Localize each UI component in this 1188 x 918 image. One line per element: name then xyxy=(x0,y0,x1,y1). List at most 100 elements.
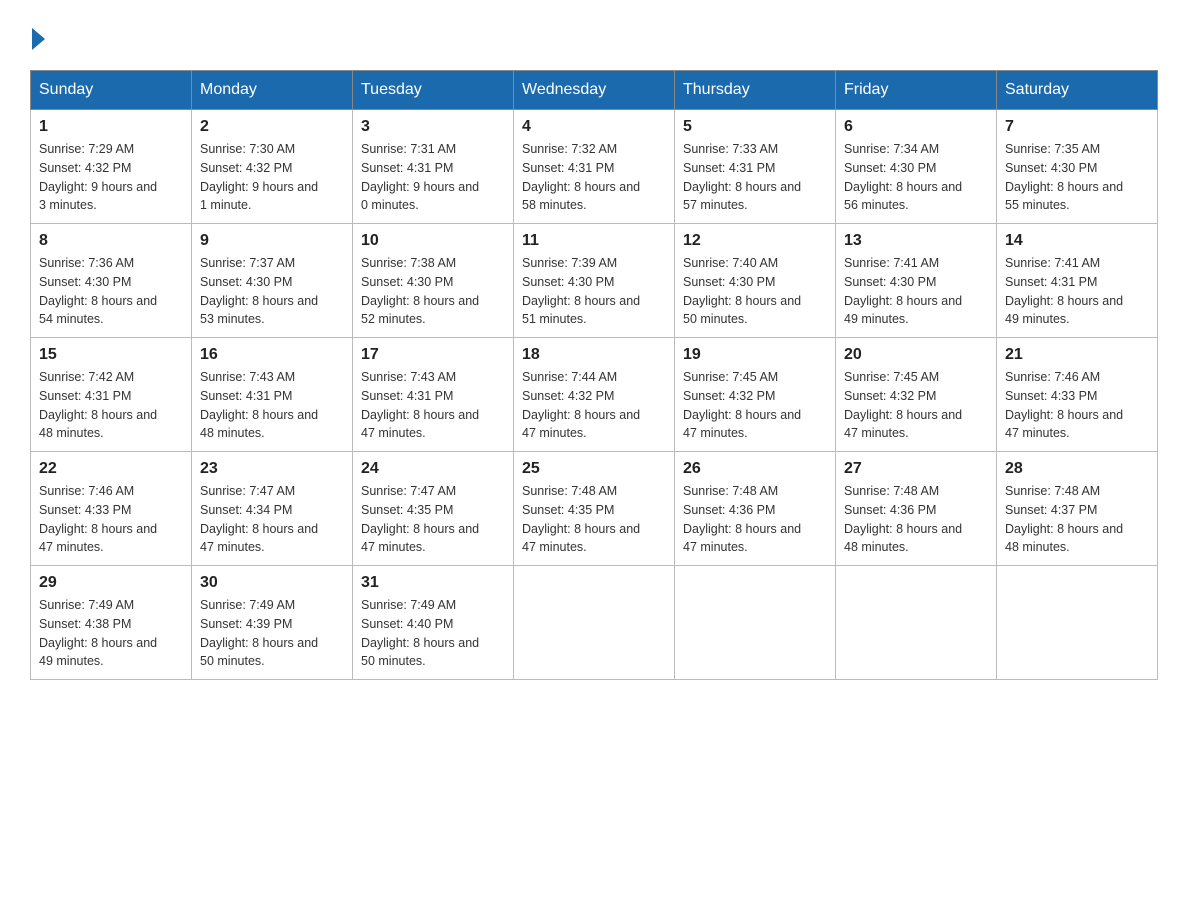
day-cell-27: 27 Sunrise: 7:48 AM Sunset: 4:36 PM Dayl… xyxy=(836,452,997,566)
day-info: Sunrise: 7:39 AM Sunset: 4:30 PM Dayligh… xyxy=(522,254,666,329)
day-info: Sunrise: 7:38 AM Sunset: 4:30 PM Dayligh… xyxy=(361,254,505,329)
day-number: 16 xyxy=(200,346,344,364)
weekday-header-friday: Friday xyxy=(836,71,997,110)
day-number: 31 xyxy=(361,574,505,592)
day-cell-24: 24 Sunrise: 7:47 AM Sunset: 4:35 PM Dayl… xyxy=(353,452,514,566)
day-cell-29: 29 Sunrise: 7:49 AM Sunset: 4:38 PM Dayl… xyxy=(31,566,192,680)
day-number: 1 xyxy=(39,118,183,136)
empty-cell-w5d6 xyxy=(997,566,1158,680)
day-info: Sunrise: 7:44 AM Sunset: 4:32 PM Dayligh… xyxy=(522,368,666,443)
day-number: 12 xyxy=(683,232,827,250)
day-info: Sunrise: 7:37 AM Sunset: 4:30 PM Dayligh… xyxy=(200,254,344,329)
day-number: 10 xyxy=(361,232,505,250)
weekday-header-row: SundayMondayTuesdayWednesdayThursdayFrid… xyxy=(31,71,1158,110)
day-number: 13 xyxy=(844,232,988,250)
week-row-4: 22 Sunrise: 7:46 AM Sunset: 4:33 PM Dayl… xyxy=(31,452,1158,566)
day-number: 15 xyxy=(39,346,183,364)
day-cell-23: 23 Sunrise: 7:47 AM Sunset: 4:34 PM Dayl… xyxy=(192,452,353,566)
day-cell-13: 13 Sunrise: 7:41 AM Sunset: 4:30 PM Dayl… xyxy=(836,224,997,338)
day-info: Sunrise: 7:35 AM Sunset: 4:30 PM Dayligh… xyxy=(1005,140,1149,215)
day-info: Sunrise: 7:41 AM Sunset: 4:31 PM Dayligh… xyxy=(1005,254,1149,329)
day-cell-21: 21 Sunrise: 7:46 AM Sunset: 4:33 PM Dayl… xyxy=(997,338,1158,452)
day-cell-20: 20 Sunrise: 7:45 AM Sunset: 4:32 PM Dayl… xyxy=(836,338,997,452)
empty-cell-w5d4 xyxy=(675,566,836,680)
day-number: 8 xyxy=(39,232,183,250)
day-number: 25 xyxy=(522,460,666,478)
day-number: 11 xyxy=(522,232,666,250)
day-number: 3 xyxy=(361,118,505,136)
day-number: 14 xyxy=(1005,232,1149,250)
day-number: 26 xyxy=(683,460,827,478)
day-info: Sunrise: 7:49 AM Sunset: 4:39 PM Dayligh… xyxy=(200,596,344,671)
day-number: 7 xyxy=(1005,118,1149,136)
day-number: 2 xyxy=(200,118,344,136)
day-cell-15: 15 Sunrise: 7:42 AM Sunset: 4:31 PM Dayl… xyxy=(31,338,192,452)
day-number: 21 xyxy=(1005,346,1149,364)
day-info: Sunrise: 7:49 AM Sunset: 4:38 PM Dayligh… xyxy=(39,596,183,671)
day-info: Sunrise: 7:43 AM Sunset: 4:31 PM Dayligh… xyxy=(200,368,344,443)
day-info: Sunrise: 7:31 AM Sunset: 4:31 PM Dayligh… xyxy=(361,140,505,215)
day-info: Sunrise: 7:36 AM Sunset: 4:30 PM Dayligh… xyxy=(39,254,183,329)
day-cell-9: 9 Sunrise: 7:37 AM Sunset: 4:30 PM Dayli… xyxy=(192,224,353,338)
day-number: 28 xyxy=(1005,460,1149,478)
day-cell-26: 26 Sunrise: 7:48 AM Sunset: 4:36 PM Dayl… xyxy=(675,452,836,566)
day-number: 6 xyxy=(844,118,988,136)
empty-cell-w5d5 xyxy=(836,566,997,680)
weekday-header-saturday: Saturday xyxy=(997,71,1158,110)
day-info: Sunrise: 7:45 AM Sunset: 4:32 PM Dayligh… xyxy=(844,368,988,443)
day-cell-5: 5 Sunrise: 7:33 AM Sunset: 4:31 PM Dayli… xyxy=(675,110,836,224)
day-cell-16: 16 Sunrise: 7:43 AM Sunset: 4:31 PM Dayl… xyxy=(192,338,353,452)
day-info: Sunrise: 7:47 AM Sunset: 4:35 PM Dayligh… xyxy=(361,482,505,557)
day-cell-17: 17 Sunrise: 7:43 AM Sunset: 4:31 PM Dayl… xyxy=(353,338,514,452)
day-cell-18: 18 Sunrise: 7:44 AM Sunset: 4:32 PM Dayl… xyxy=(514,338,675,452)
day-cell-25: 25 Sunrise: 7:48 AM Sunset: 4:35 PM Dayl… xyxy=(514,452,675,566)
day-info: Sunrise: 7:46 AM Sunset: 4:33 PM Dayligh… xyxy=(39,482,183,557)
day-info: Sunrise: 7:48 AM Sunset: 4:37 PM Dayligh… xyxy=(1005,482,1149,557)
day-info: Sunrise: 7:29 AM Sunset: 4:32 PM Dayligh… xyxy=(39,140,183,215)
day-info: Sunrise: 7:40 AM Sunset: 4:30 PM Dayligh… xyxy=(683,254,827,329)
day-info: Sunrise: 7:42 AM Sunset: 4:31 PM Dayligh… xyxy=(39,368,183,443)
day-number: 20 xyxy=(844,346,988,364)
day-info: Sunrise: 7:49 AM Sunset: 4:40 PM Dayligh… xyxy=(361,596,505,671)
day-info: Sunrise: 7:34 AM Sunset: 4:30 PM Dayligh… xyxy=(844,140,988,215)
day-info: Sunrise: 7:46 AM Sunset: 4:33 PM Dayligh… xyxy=(1005,368,1149,443)
day-cell-8: 8 Sunrise: 7:36 AM Sunset: 4:30 PM Dayli… xyxy=(31,224,192,338)
day-info: Sunrise: 7:47 AM Sunset: 4:34 PM Dayligh… xyxy=(200,482,344,557)
logo xyxy=(30,30,45,50)
day-cell-19: 19 Sunrise: 7:45 AM Sunset: 4:32 PM Dayl… xyxy=(675,338,836,452)
day-number: 17 xyxy=(361,346,505,364)
day-info: Sunrise: 7:48 AM Sunset: 4:35 PM Dayligh… xyxy=(522,482,666,557)
day-cell-14: 14 Sunrise: 7:41 AM Sunset: 4:31 PM Dayl… xyxy=(997,224,1158,338)
day-info: Sunrise: 7:33 AM Sunset: 4:31 PM Dayligh… xyxy=(683,140,827,215)
empty-cell-w5d3 xyxy=(514,566,675,680)
week-row-5: 29 Sunrise: 7:49 AM Sunset: 4:38 PM Dayl… xyxy=(31,566,1158,680)
weekday-header-tuesday: Tuesday xyxy=(353,71,514,110)
day-cell-30: 30 Sunrise: 7:49 AM Sunset: 4:39 PM Dayl… xyxy=(192,566,353,680)
weekday-header-sunday: Sunday xyxy=(31,71,192,110)
weekday-header-thursday: Thursday xyxy=(675,71,836,110)
day-number: 19 xyxy=(683,346,827,364)
page-header xyxy=(30,20,1158,50)
day-info: Sunrise: 7:30 AM Sunset: 4:32 PM Dayligh… xyxy=(200,140,344,215)
day-number: 4 xyxy=(522,118,666,136)
day-number: 18 xyxy=(522,346,666,364)
day-cell-31: 31 Sunrise: 7:49 AM Sunset: 4:40 PM Dayl… xyxy=(353,566,514,680)
weekday-header-wednesday: Wednesday xyxy=(514,71,675,110)
day-info: Sunrise: 7:48 AM Sunset: 4:36 PM Dayligh… xyxy=(683,482,827,557)
day-number: 23 xyxy=(200,460,344,478)
week-row-3: 15 Sunrise: 7:42 AM Sunset: 4:31 PM Dayl… xyxy=(31,338,1158,452)
day-info: Sunrise: 7:43 AM Sunset: 4:31 PM Dayligh… xyxy=(361,368,505,443)
day-info: Sunrise: 7:41 AM Sunset: 4:30 PM Dayligh… xyxy=(844,254,988,329)
day-cell-28: 28 Sunrise: 7:48 AM Sunset: 4:37 PM Dayl… xyxy=(997,452,1158,566)
weekday-header-monday: Monday xyxy=(192,71,353,110)
day-cell-3: 3 Sunrise: 7:31 AM Sunset: 4:31 PM Dayli… xyxy=(353,110,514,224)
day-number: 24 xyxy=(361,460,505,478)
week-row-1: 1 Sunrise: 7:29 AM Sunset: 4:32 PM Dayli… xyxy=(31,110,1158,224)
day-number: 29 xyxy=(39,574,183,592)
day-number: 22 xyxy=(39,460,183,478)
logo-text xyxy=(30,30,45,50)
day-number: 9 xyxy=(200,232,344,250)
day-cell-7: 7 Sunrise: 7:35 AM Sunset: 4:30 PM Dayli… xyxy=(997,110,1158,224)
day-number: 30 xyxy=(200,574,344,592)
day-cell-12: 12 Sunrise: 7:40 AM Sunset: 4:30 PM Dayl… xyxy=(675,224,836,338)
